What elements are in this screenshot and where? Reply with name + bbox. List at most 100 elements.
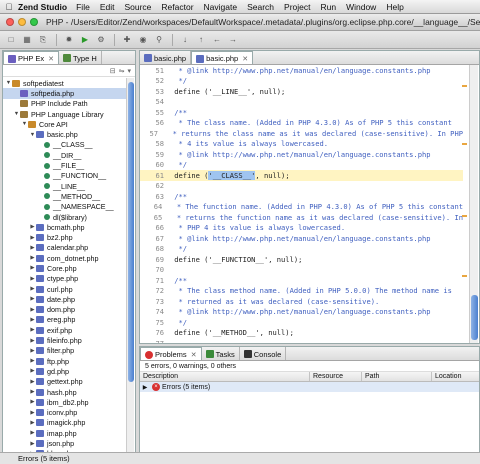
tree-item[interactable]: ▼ softpediatest (3, 78, 127, 88)
new-project-icon[interactable]: ✚ (120, 33, 134, 46)
tree-item[interactable]: ▶ ibm_db2.php (3, 397, 127, 407)
code-line[interactable]: 62 (140, 181, 463, 192)
code-line[interactable]: 65 * returns the function name as it was… (140, 212, 463, 223)
collapsed-arrow-icon[interactable]: ▶ (29, 358, 36, 364)
collapsed-arrow-icon[interactable]: ▶ (29, 307, 36, 313)
code-line[interactable]: 59 * @link http://www.php.net/manual/en/… (140, 149, 463, 160)
tree-item[interactable]: ▶ ftp.php (3, 356, 127, 366)
tree-item[interactable]: __FUNCTION__ (3, 171, 127, 181)
tab-problems[interactable]: Problems ✕ (140, 347, 202, 360)
code-line[interactable]: 53 define ('__LINE__', null); (140, 86, 463, 97)
collapse-all-icon[interactable]: ⊟ (110, 67, 116, 75)
menu-project[interactable]: Project (284, 2, 310, 12)
code-line[interactable]: 61 define ('__CLASS__', null); (140, 170, 463, 181)
view-menu-icon[interactable]: ▾ (127, 67, 131, 75)
tree-item[interactable]: ▶ Core.php (3, 263, 127, 273)
code-line[interactable]: 66 * PHP 4 its value is always lowercase… (140, 223, 463, 234)
collapsed-arrow-icon[interactable]: ▶ (29, 255, 36, 261)
tree-item[interactable]: dl($library) (3, 212, 127, 222)
next-annotation-icon[interactable]: ↓ (178, 33, 192, 46)
previous-annotation-icon[interactable]: ↑ (194, 33, 208, 46)
collapsed-arrow-icon[interactable]: ▶ (29, 430, 36, 436)
collapsed-arrow-icon[interactable]: ▶ (29, 286, 36, 292)
code-line[interactable]: 58 * 4 its value is always lowercased. (140, 139, 463, 150)
code-line[interactable]: 69 define ('__FUNCTION__', null); (140, 254, 463, 265)
menu-edit[interactable]: Edit (100, 2, 115, 12)
menu-file[interactable]: File (76, 2, 90, 12)
tree-item[interactable]: ▶ imagick.php (3, 418, 127, 428)
tree-item[interactable]: PHP Include Path (3, 99, 127, 109)
tree-item[interactable]: ▶ com_dotnet.php (3, 253, 127, 263)
tree-item[interactable]: ▶ json.php (3, 438, 127, 448)
tree-item[interactable]: ▶ hash.php (3, 387, 127, 397)
editor-tab-basic-php-2[interactable]: basic.php ✕ (191, 51, 254, 64)
menu-refactor[interactable]: Refactor (161, 2, 193, 12)
occurrence-marker[interactable] (462, 215, 467, 217)
occurrence-marker[interactable] (462, 143, 467, 145)
collapsed-arrow-icon[interactable]: ▶ (29, 389, 36, 395)
scrollbar-thumb[interactable] (471, 295, 478, 340)
forward-icon[interactable]: → (226, 33, 240, 46)
collapsed-arrow-icon[interactable]: ▶ (29, 224, 36, 230)
code-line[interactable]: 51 * @link http://www.php.net/manual/en/… (140, 65, 463, 76)
tree-item[interactable]: ▶ imap.php (3, 428, 127, 438)
code-line[interactable]: 52 */ (140, 76, 463, 87)
tree-item[interactable]: ▶ curl.php (3, 284, 127, 294)
code-line[interactable]: 64 * The function name. (Added in PHP 4.… (140, 202, 463, 213)
menu-navigate[interactable]: Navigate (204, 2, 238, 12)
code-line[interactable]: 70 (140, 265, 463, 276)
code-line[interactable]: 76 define ('__METHOD__', null); (140, 328, 463, 339)
code-line[interactable]: 57 * returns the class name as it was de… (140, 128, 463, 139)
new-file-icon[interactable]: □ (4, 33, 18, 46)
collapsed-arrow-icon[interactable]: ▶ (29, 296, 36, 302)
code-line[interactable]: 60 */ (140, 160, 463, 171)
tree-item[interactable]: ▶ bcmath.php (3, 222, 127, 232)
code-line[interactable]: 63 /** (140, 191, 463, 202)
column-location[interactable]: Location (432, 372, 479, 381)
tab-tasks[interactable]: Tasks (202, 347, 240, 360)
code-line[interactable]: 72 * The class method name. (Added in PH… (140, 286, 463, 297)
menu-help[interactable]: Help (386, 2, 403, 12)
code-line[interactable]: 56 * The class name. (Added in PHP 4.3.0… (140, 118, 463, 129)
tree-item[interactable]: softpedia.php (3, 88, 127, 99)
run-icon[interactable]: ▶ (78, 33, 92, 46)
search-icon[interactable]: ⚲ (152, 33, 166, 46)
expanded-arrow-icon[interactable]: ▼ (13, 111, 20, 117)
tree-item[interactable]: __METHOD__ (3, 191, 127, 201)
collapsed-arrow-icon[interactable]: ▶ (29, 348, 36, 354)
tree-item[interactable]: ▶ gd.php (3, 366, 127, 376)
expanded-arrow-icon[interactable]: ▼ (5, 80, 12, 86)
editor-tab-basic-php-1[interactable]: basic.php (140, 51, 192, 64)
tree-item[interactable]: ▼ PHP Language Library (3, 109, 127, 119)
tree-item[interactable]: ▶ fileinfo.php (3, 335, 127, 345)
tree-item[interactable]: ▶ date.php (3, 294, 127, 304)
tree-item[interactable]: ▼ Core API (3, 119, 127, 129)
tree-item[interactable]: __NAMESPACE__ (3, 202, 127, 212)
collapsed-arrow-icon[interactable]: ▶ (29, 327, 36, 333)
code-line[interactable]: 75 */ (140, 317, 463, 328)
tree-item[interactable]: ▶ gettext.php (3, 377, 127, 387)
menu-run[interactable]: Run (321, 2, 337, 12)
tree-item[interactable]: ▶ dom.php (3, 305, 127, 315)
collapsed-arrow-icon[interactable]: ▶ (29, 245, 36, 251)
print-icon[interactable]: ⎘ (36, 33, 50, 46)
tree-item[interactable]: ▶ ctype.php (3, 274, 127, 284)
collapsed-arrow-icon[interactable]: ▶ (29, 420, 36, 426)
back-icon[interactable]: ← (210, 33, 224, 46)
tree-item[interactable]: ▶ exif.php (3, 325, 127, 335)
collapsed-arrow-icon[interactable]: ▶ (29, 265, 36, 271)
code-line[interactable]: 74 * @link http://www.php.net/manual/en/… (140, 307, 463, 318)
tree-item[interactable]: ▶ iconv.php (3, 408, 127, 418)
explorer-scrollbar[interactable] (126, 78, 134, 458)
collapsed-arrow-icon[interactable]: ▶ (29, 399, 36, 405)
column-description[interactable]: Description (140, 372, 310, 381)
menu-search[interactable]: Search (247, 2, 274, 12)
code-line[interactable]: 73 * returned as it was declared (case-s… (140, 296, 463, 307)
expand-arrow-icon[interactable]: ▶ (140, 384, 150, 391)
tree-item[interactable]: __CLASS__ (3, 140, 127, 150)
collapsed-arrow-icon[interactable]: ▶ (29, 410, 36, 416)
tree-item[interactable]: ▼ basic.php (3, 129, 127, 139)
code-area[interactable]: 51 * @link http://www.php.net/manual/en/… (140, 65, 463, 343)
tree-item[interactable]: ▶ filter.php (3, 346, 127, 356)
table-row[interactable]: ▶ × Errors (5 items) (140, 382, 479, 392)
